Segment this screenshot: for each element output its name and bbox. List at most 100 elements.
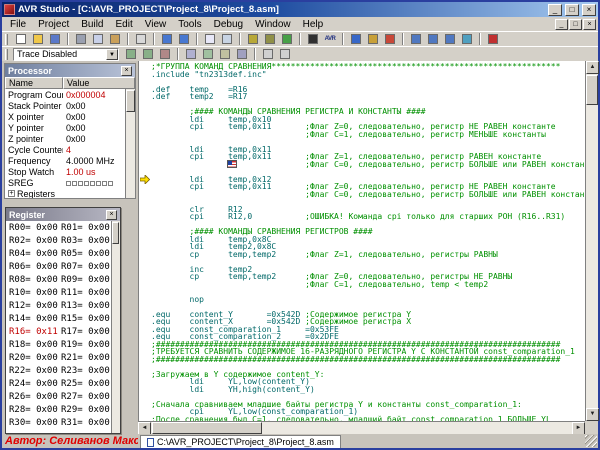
zoom-in-icon[interactable] [260, 47, 276, 61]
processor-row[interactable]: Frequency4.0000 MHz [5, 155, 135, 166]
editor-vertical-scrollbar[interactable]: ▲ ▼ [585, 61, 598, 421]
trace-over-icon[interactable] [140, 47, 156, 61]
zoom-out-icon[interactable] [277, 47, 293, 61]
processor-row[interactable]: Stack Pointer0x00 [5, 100, 135, 111]
code-line[interactable]: .include "tn2313def.inc" [151, 71, 585, 79]
find-icon[interactable] [202, 32, 218, 46]
sreg-flag-t-checkbox[interactable] [72, 181, 77, 186]
menu-view[interactable]: View [139, 19, 173, 30]
code-line[interactable]: ;Флаг C=0, следовательно, регистр БОЛЬШЕ… [151, 161, 585, 169]
processor-row[interactable]: Cycle Counter4 [5, 144, 135, 155]
find-in-files-icon[interactable] [219, 32, 235, 46]
processor-row[interactable]: Z pointer0x00 [5, 133, 135, 144]
avr-logo-icon[interactable]: AVR [322, 32, 338, 46]
scrollbar-thumb[interactable] [112, 222, 119, 244]
scrollbar-thumb[interactable] [126, 90, 135, 112]
sreg-flag-v-checkbox[interactable] [90, 181, 95, 186]
minimize-button[interactable]: _ [548, 4, 562, 16]
code-line[interactable]: ;Флаг C=1, следовательно, temp < temp2 [151, 281, 585, 289]
code-line[interactable]: ;Флаг C=0, следовательно, регистр БОЛЬШЕ… [151, 191, 585, 199]
open-file-icon[interactable] [30, 32, 46, 46]
toolbar-grip[interactable] [5, 49, 8, 60]
save-icon[interactable] [47, 32, 63, 46]
code-line[interactable]: cp temp,temp2 ;Флаг Z=1, следовательно, … [151, 251, 585, 259]
trace-status-combobox[interactable]: Trace Disabled ▼ [13, 48, 119, 61]
run-to-cursor-icon[interactable] [459, 32, 475, 46]
code-editor[interactable]: ;*ГРУППА КОМАНД СРАВНЕНИЯ***************… [138, 61, 585, 421]
toolbar-grip[interactable] [5, 34, 8, 45]
editor-horizontal-scrollbar[interactable]: ◄ ► [138, 421, 585, 434]
print-icon[interactable] [133, 32, 149, 46]
memory-window-icon[interactable] [200, 47, 216, 61]
sreg-flag-i-checkbox[interactable] [66, 181, 71, 186]
copy-icon[interactable] [90, 32, 106, 46]
toggle-breakpoint-icon[interactable] [485, 32, 501, 46]
maximize-button[interactable]: □ [565, 4, 579, 16]
menu-debug[interactable]: Debug [208, 19, 249, 30]
processor-row[interactable]: Stop Watch1.00 us [5, 166, 135, 177]
code-line[interactable] [151, 288, 585, 296]
code-line[interactable]: cpi R12,0 ;ОШИБКА! Команда cpi только дл… [151, 213, 585, 221]
mdi-close-button[interactable]: × [583, 19, 596, 30]
run-icon[interactable] [348, 32, 364, 46]
processor-row[interactable]: SREG [5, 177, 135, 188]
cut-icon[interactable] [73, 32, 89, 46]
paste-icon[interactable] [107, 32, 123, 46]
column-header-name[interactable]: Name [5, 77, 63, 89]
menu-tools[interactable]: Tools [172, 19, 207, 30]
processor-row[interactable]: Y pointer0x00 [5, 122, 135, 133]
io-view-icon[interactable] [217, 47, 233, 61]
trace-into-icon[interactable] [123, 47, 139, 61]
file-tab[interactable]: C:\AVR_PROJECT\Project_8\Project_8.asm [140, 435, 341, 448]
reset-icon[interactable] [382, 32, 398, 46]
column-header-value[interactable]: Value [63, 77, 135, 89]
disassembler-icon[interactable] [234, 47, 250, 61]
expand-icon[interactable]: + [8, 190, 15, 197]
code-line[interactable]: ;#######################################… [151, 356, 585, 364]
break-icon[interactable] [365, 32, 381, 46]
scrollbar-thumb[interactable] [586, 75, 598, 105]
step-over-icon[interactable] [425, 32, 441, 46]
menu-project[interactable]: Project [32, 19, 75, 30]
code-line[interactable]: nop [151, 296, 585, 304]
scroll-down-icon[interactable]: ▼ [586, 408, 599, 421]
step-into-icon[interactable] [408, 32, 424, 46]
sreg-flag-z-checkbox[interactable] [102, 181, 107, 186]
mdi-minimize-button[interactable]: _ [555, 19, 568, 30]
build-icon[interactable] [262, 32, 278, 46]
register-window-caption[interactable]: Register × [6, 208, 120, 221]
processor-row[interactable]: +Registers [5, 188, 135, 198]
processor-row[interactable]: Program Counter0x000004 [5, 89, 135, 100]
menu-build[interactable]: Build [75, 19, 109, 30]
stop-trace-icon[interactable] [157, 47, 173, 61]
scroll-up-icon[interactable]: ▲ [586, 61, 599, 74]
menu-help[interactable]: Help [297, 19, 330, 30]
code-line[interactable]: ;Флаг C=1, следовательно, регистр МЕНЬШЕ… [151, 131, 585, 139]
resize-grip[interactable] [585, 435, 597, 447]
sreg-flag-s-checkbox[interactable] [84, 181, 89, 186]
new-file-icon[interactable] [13, 32, 29, 46]
code-line[interactable]: ldi YH,high(content_Y) [151, 386, 585, 394]
build-and-run-icon[interactable] [279, 32, 295, 46]
mdi-restore-button[interactable]: □ [569, 19, 582, 30]
assemble-icon[interactable] [245, 32, 261, 46]
redo-icon[interactable] [176, 32, 192, 46]
watch-window-icon[interactable] [183, 47, 199, 61]
processor-close-icon[interactable]: × [121, 66, 132, 76]
register-close-icon[interactable]: × [106, 210, 117, 220]
processor-scrollbar[interactable] [125, 89, 135, 198]
menu-file[interactable]: File [4, 19, 32, 30]
code-line[interactable]: .def temp2 =R17 [151, 93, 585, 101]
menu-window[interactable]: Window [249, 19, 297, 30]
register-scrollbar[interactable] [111, 221, 120, 433]
close-button[interactable]: × [582, 4, 596, 16]
processor-row[interactable]: X pointer0x00 [5, 111, 135, 122]
sreg-flag-n-checkbox[interactable] [96, 181, 101, 186]
sreg-flag-c-checkbox[interactable] [108, 181, 113, 186]
step-out-icon[interactable] [442, 32, 458, 46]
avr-chip-icon[interactable] [305, 32, 321, 46]
chevron-down-icon[interactable]: ▼ [106, 49, 118, 60]
sreg-flag-h-checkbox[interactable] [78, 181, 83, 186]
menu-edit[interactable]: Edit [110, 19, 139, 30]
scrollbar-thumb[interactable] [152, 422, 262, 434]
